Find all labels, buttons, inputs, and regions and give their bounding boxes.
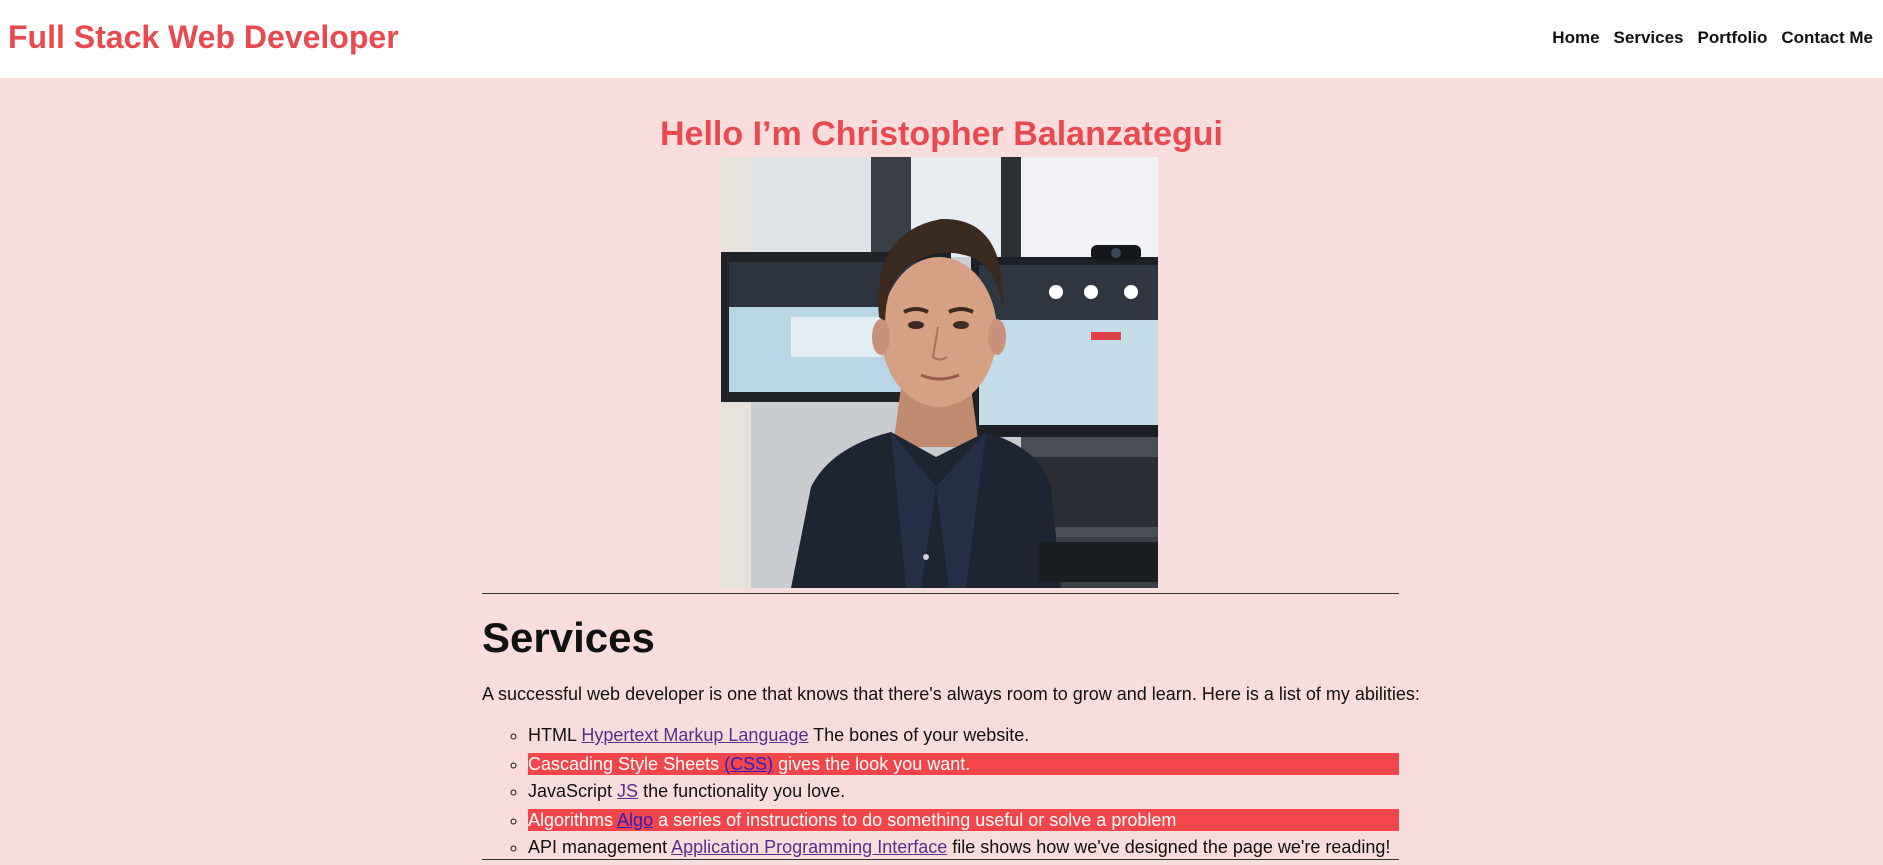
item-link[interactable]: (CSS)	[724, 754, 773, 774]
list-item: HTML Hypertext Markup Language The bones…	[528, 722, 1399, 749]
list-item: API management Application Programming I…	[528, 834, 1399, 861]
services-title: Services	[482, 614, 655, 661]
list-item: Cascading Style Sheets (CSS) gives the l…	[528, 751, 1399, 775]
hero-title: Hello I’m Christopher Balanzategui	[660, 115, 1223, 153]
list-item-content: Cascading Style Sheets (CSS) gives the l…	[528, 753, 1399, 775]
item-link[interactable]: Algo	[617, 810, 653, 830]
item-suffix: a series of instructions to do something…	[653, 810, 1177, 830]
item-prefix: Cascading Style Sheets	[528, 754, 725, 774]
item-prefix: API management	[528, 837, 672, 857]
item-suffix: file shows how we've designed the page w…	[947, 837, 1391, 857]
top-bar: Full Stack Web Developer Home Services P…	[0, 0, 1883, 78]
item-suffix: gives the look you want.	[773, 754, 971, 774]
nav-home[interactable]: Home	[1552, 28, 1599, 48]
profile-photo	[721, 157, 1158, 588]
item-link[interactable]: Hypertext Markup Language	[581, 725, 808, 745]
item-prefix: Algorithms	[528, 810, 618, 830]
nav-portfolio[interactable]: Portfolio	[1697, 28, 1767, 48]
profile-photo-illustration	[721, 157, 1158, 588]
item-link[interactable]: Application Programming Interface	[671, 837, 947, 857]
nav-services[interactable]: Services	[1614, 28, 1684, 48]
item-link[interactable]: JS	[617, 781, 638, 801]
item-suffix: the functionality you love.	[638, 781, 846, 801]
divider-bottom	[482, 859, 1399, 860]
services-list: HTML Hypertext Markup Language The bones…	[482, 722, 1399, 861]
list-item-content: API management Application Programming I…	[528, 834, 1399, 861]
item-prefix: HTML	[528, 725, 582, 745]
item-prefix: JavaScript	[528, 781, 618, 801]
site-brand[interactable]: Full Stack Web Developer	[8, 17, 399, 57]
list-item-content: Algorithms Algo a series of instructions…	[528, 809, 1399, 831]
item-suffix: The bones of your website.	[808, 725, 1030, 745]
list-item-content: HTML Hypertext Markup Language The bones…	[528, 722, 1399, 749]
list-item: Algorithms Algo a series of instructions…	[528, 807, 1399, 831]
list-item: JavaScript JS the functionality you love…	[528, 778, 1399, 805]
divider-top	[482, 593, 1399, 594]
main-nav: Home Services Portfolio Contact Me	[1552, 28, 1873, 48]
nav-contact-me[interactable]: Contact Me	[1781, 28, 1873, 48]
list-item-content: JavaScript JS the functionality you love…	[528, 778, 1399, 805]
services-intro: A successful web developer is one that k…	[482, 684, 1420, 704]
